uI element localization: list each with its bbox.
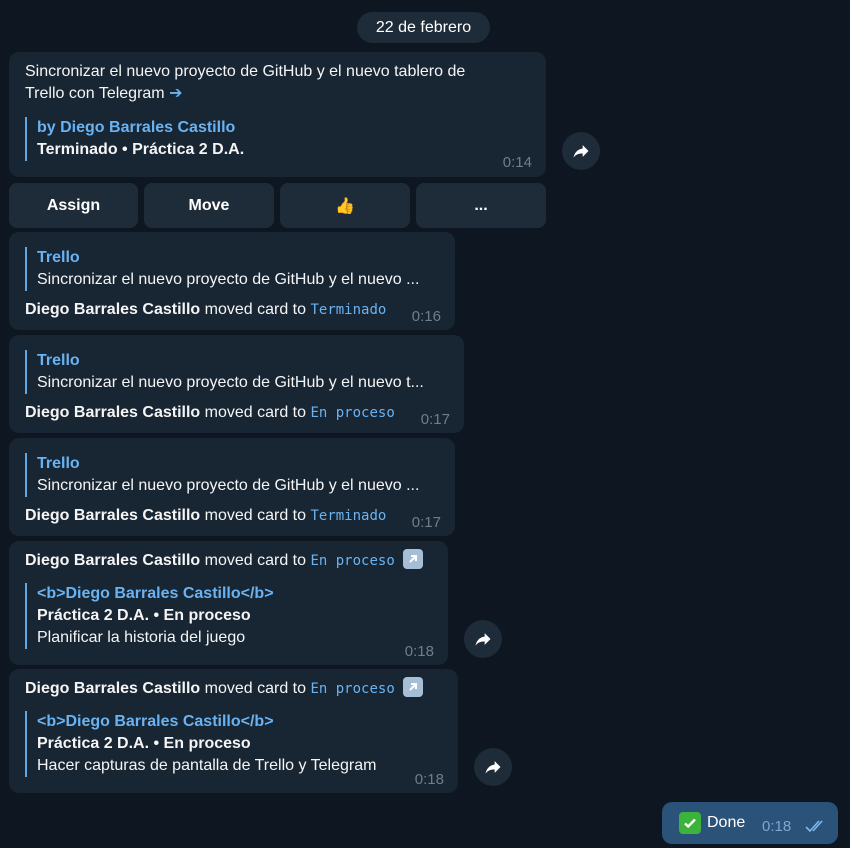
message-time: 0:17 [411,514,441,531]
message-bubble-2[interactable]: Trello Sincronizar el nuevo proyecto de … [9,232,455,330]
forward-button[interactable] [474,748,512,786]
move-notice: Diego Barrales Castillo moved card to En… [25,404,395,421]
arrow-icon: ➔ [169,85,183,102]
quote-text: Hacer capturas de pantalla de Trello y T… [37,757,377,774]
assign-button[interactable]: Assign [9,183,138,228]
quote-status: Práctica 2 D.A. • En proceso [37,607,251,624]
quote-title: <b>Diego Barrales Castillo</b> [37,713,274,730]
quote-title: Trello [37,455,80,472]
date-label: 22 de febrero [375,18,472,36]
move-notice: Diego Barrales Castillo moved card to Te… [25,301,387,318]
list-name: En proceso [310,681,395,697]
external-link-icon[interactable] [403,677,424,697]
outgoing-text: Done [707,814,746,831]
quote-title: <b>Diego Barrales Castillo</b> [37,585,274,602]
check-mark-icon [679,812,701,834]
quote-text: Sincronizar el nuevo proyecto de GitHub … [37,374,424,391]
quote-text: Planificar la historia del juego [37,629,246,646]
message-time: 0:17 [420,411,450,428]
message-bubble-1[interactable]: Sincronizar el nuevo proyecto de GitHub … [9,52,546,177]
forward-button[interactable] [464,620,502,658]
message-bubble-4[interactable]: Trello Sincronizar el nuevo proyecto de … [9,438,455,536]
move-notice: Diego Barrales Castillo moved card to En… [25,549,424,572]
message-time: 0:16 [411,308,441,325]
quote-status: Práctica 2 D.A. • En proceso [37,735,251,752]
thumbs-up-button[interactable]: 👍 [280,183,410,228]
quote-text: Sincronizar el nuevo proyecto de GitHub … [37,477,420,494]
message-bubble-5[interactable]: Diego Barrales Castillo moved card to En… [9,541,448,665]
card-quote: <b>Diego Barrales Castillo</b> Práctica … [25,711,376,777]
more-button[interactable]: ... [416,183,546,228]
message-time: 0:18 [414,771,444,788]
share-icon [573,145,589,158]
forward-button[interactable] [562,132,600,170]
external-link-icon[interactable] [403,549,424,569]
quote-author: by Diego Barrales Castillo [37,119,236,136]
move-notice: Diego Barrales Castillo moved card to En… [25,677,424,700]
quote-title: Trello [37,352,80,369]
card-quote: <b>Diego Barrales Castillo</b> Práctica … [25,583,274,649]
double-check-icon [805,820,823,833]
move-button[interactable]: Move [144,183,274,228]
list-name: En proceso [310,405,395,421]
card-quote: by Diego Barrales Castillo Terminado • P… [25,117,244,161]
date-separator: 22 de febrero [357,12,490,43]
list-name: Terminado [310,302,387,318]
message-time: 0:18 [404,643,434,660]
quote-title: Trello [37,249,80,266]
card-quote: Trello Sincronizar el nuevo proyecto de … [25,453,445,497]
card-quote: Trello Sincronizar el nuevo proyecto de … [25,247,445,291]
share-icon [485,761,501,774]
list-name: En proceso [310,553,395,569]
list-name: Terminado [310,508,387,524]
share-icon [475,633,491,646]
message-bubble-6[interactable]: Diego Barrales Castillo moved card to En… [9,669,458,793]
message-time: 0:14 [502,154,532,171]
quote-status: Terminado • Práctica 2 D.A. [37,141,245,158]
message-text: Sincronizar el nuevo proyecto de GitHub … [25,63,466,102]
quote-text: Sincronizar el nuevo proyecto de GitHub … [37,271,420,288]
outgoing-message[interactable]: Done 0:18 [662,802,838,844]
move-notice: Diego Barrales Castillo moved card to Te… [25,507,387,524]
message-time: 0:18 [762,818,792,835]
card-quote: Trello Sincronizar el nuevo proyecto de … [25,350,453,394]
message-bubble-3[interactable]: Trello Sincronizar el nuevo proyecto de … [9,335,464,433]
thumbs-up-icon: 👍 [335,197,355,215]
